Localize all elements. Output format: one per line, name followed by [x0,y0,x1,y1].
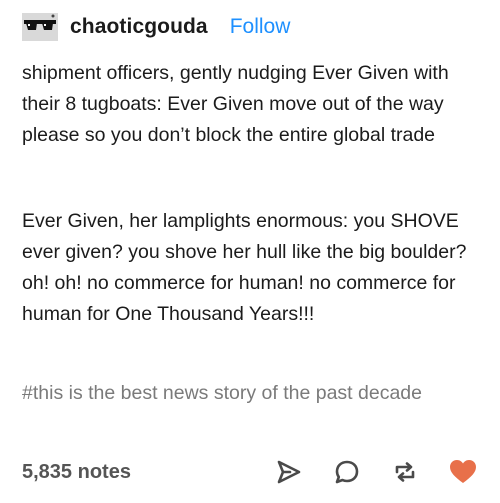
avatar[interactable] [22,13,58,41]
like-button[interactable] [448,457,478,487]
post-header: chaoticgouda Follow [22,10,290,44]
heart-icon [450,460,476,483]
share-icon [277,460,301,484]
reply-button[interactable] [332,457,362,487]
post-paragraph-2: Ever Given, her lamplights enormous: you… [22,210,467,325]
post-actions [246,457,478,487]
tumblr-post: chaoticgouda Follow shipment officers, g… [0,0,500,503]
reblog-button[interactable] [390,457,420,487]
share-button[interactable] [274,457,304,487]
post-paragraph-1: shipment officers, gently nudging Ever G… [22,62,449,146]
username[interactable]: chaoticgouda [70,15,208,39]
reblog-icon [395,462,415,482]
post-footer: 5,835 notes [22,454,478,490]
reply-icon [335,460,359,484]
notes-count[interactable]: 5,835 notes [22,461,131,484]
post-tag[interactable]: #this is the best news story of the past… [22,378,452,409]
sunglasses-avatar-icon [22,13,58,41]
follow-button[interactable]: Follow [230,15,291,39]
